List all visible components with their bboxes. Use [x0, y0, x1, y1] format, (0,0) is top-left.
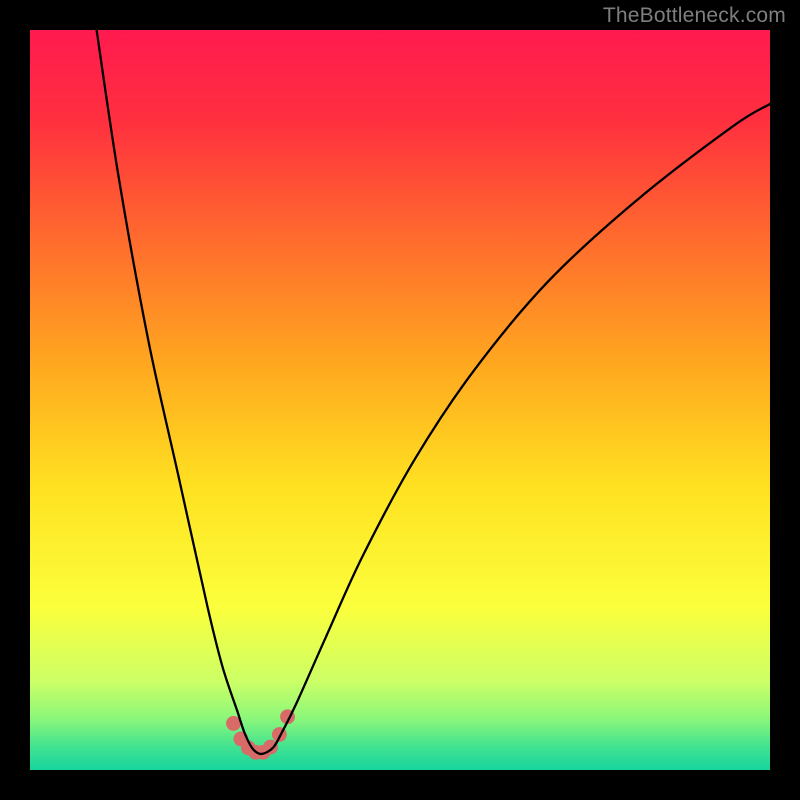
bottom-dots-group	[226, 709, 295, 759]
chart-overlay	[30, 30, 770, 770]
watermark-label: TheBottleneck.com	[603, 4, 786, 28]
plot-area	[30, 30, 770, 770]
main-curve	[97, 30, 770, 754]
chart-frame: TheBottleneck.com	[0, 0, 800, 800]
